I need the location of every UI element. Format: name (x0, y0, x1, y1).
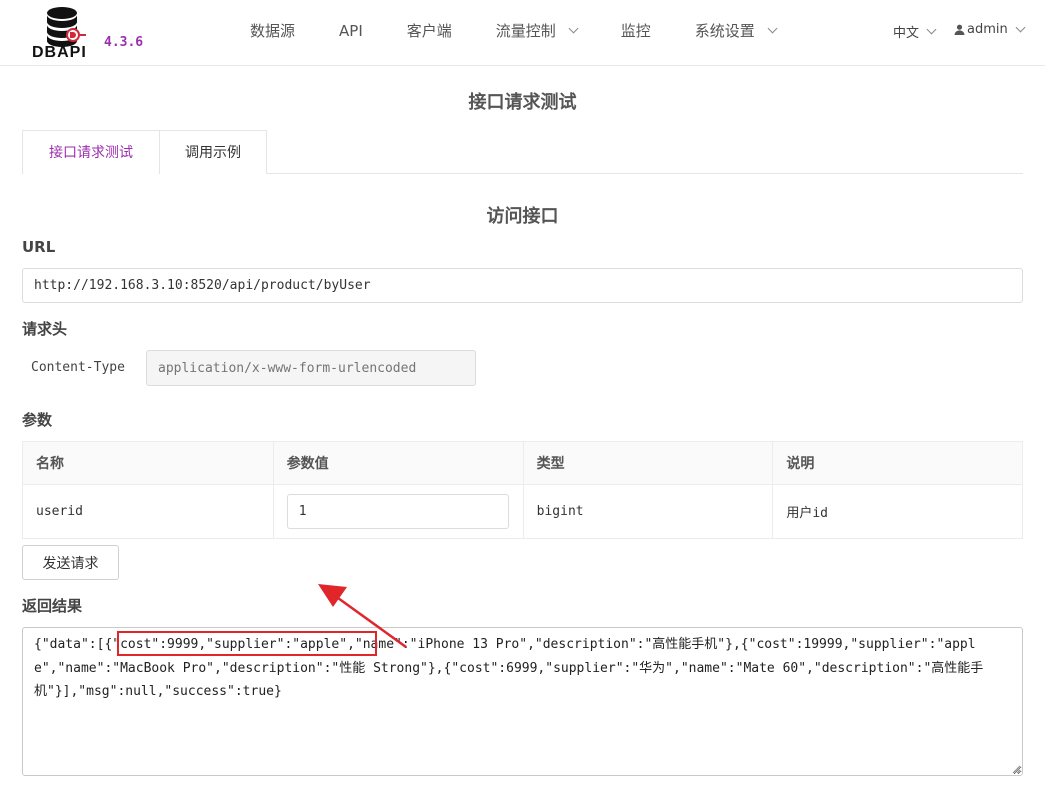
version-label: 4.3.6 (104, 35, 144, 50)
result-label: 返回结果 (22, 597, 83, 615)
send-request-button[interactable]: 发送请求 (22, 545, 119, 580)
url-input[interactable] (22, 268, 1023, 303)
user-menu[interactable]: admin (954, 22, 1026, 37)
header-name-label: Content-Type (31, 360, 125, 375)
username-label: admin (967, 22, 1008, 37)
tab-request-test[interactable]: 接口请求测试 (22, 130, 160, 174)
nav-label: 数据源 (250, 22, 296, 40)
param-value-cell (273, 484, 524, 539)
top-header: DBAPI 4.3.6 数据源 API 客户端 流量控制 监控 系统设置 中文 … (0, 0, 1045, 66)
param-name: userid (22, 484, 274, 539)
tab-call-example[interactable]: 调用示例 (159, 130, 267, 174)
page-title: 接口请求测试 (468, 92, 577, 113)
section-title: 访问接口 (486, 206, 559, 227)
nav-label: 客户端 (406, 22, 452, 40)
nav-item-settings[interactable]: 系统设置 (673, 0, 798, 62)
headers-label: 请求头 (22, 320, 68, 338)
nav-label: 监控 (620, 22, 651, 40)
main-nav: 数据源 API 客户端 流量控制 监控 系统设置 (228, 0, 798, 62)
nav-item-datasource[interactable]: 数据源 (228, 0, 317, 62)
language-selector[interactable]: 中文 (893, 22, 937, 41)
user-icon (954, 24, 965, 35)
nav-item-flow-control[interactable]: 流量控制 (474, 0, 599, 62)
chevron-down-icon (926, 24, 937, 34)
nav-item-client[interactable]: 客户端 (385, 0, 474, 62)
content-type-input[interactable] (146, 350, 476, 386)
nav-label: 系统设置 (694, 22, 755, 40)
nav-label: API (339, 22, 363, 40)
table-row: userid bigint 用户id (22, 484, 1023, 539)
column-header-name: 名称 (22, 441, 274, 485)
column-header-value: 参数值 (273, 441, 524, 485)
nav-item-api[interactable]: API (317, 0, 385, 62)
chevron-down-icon (767, 23, 778, 34)
tab-bar: 接口请求测试 调用示例 (22, 130, 1023, 174)
resize-grip-icon[interactable] (1011, 764, 1021, 774)
param-type: bigint (523, 484, 774, 539)
column-header-type: 类型 (523, 441, 774, 485)
logo-text: DBAPI (32, 44, 87, 61)
annotation-arrow-icon (318, 584, 407, 649)
language-label: 中文 (893, 26, 920, 41)
url-label: URL (22, 238, 56, 256)
table-header-row: 名称 参数值 类型 说明 (22, 441, 1023, 485)
column-header-desc: 说明 (772, 441, 1023, 485)
params-table: 名称 参数值 类型 说明 userid bigint 用户id (22, 441, 1023, 539)
params-label: 参数 (22, 411, 53, 429)
nav-label: 流量控制 (495, 22, 556, 40)
main-content: 接口请求测试 接口请求测试 调用示例 访问接口 URL 请求头 Content-… (0, 66, 1045, 810)
param-value-input[interactable] (286, 494, 509, 529)
param-desc: 用户id (772, 484, 1023, 539)
chevron-down-icon (1015, 22, 1026, 32)
chevron-down-icon (568, 23, 579, 34)
nav-item-monitor[interactable]: 监控 (599, 0, 673, 62)
